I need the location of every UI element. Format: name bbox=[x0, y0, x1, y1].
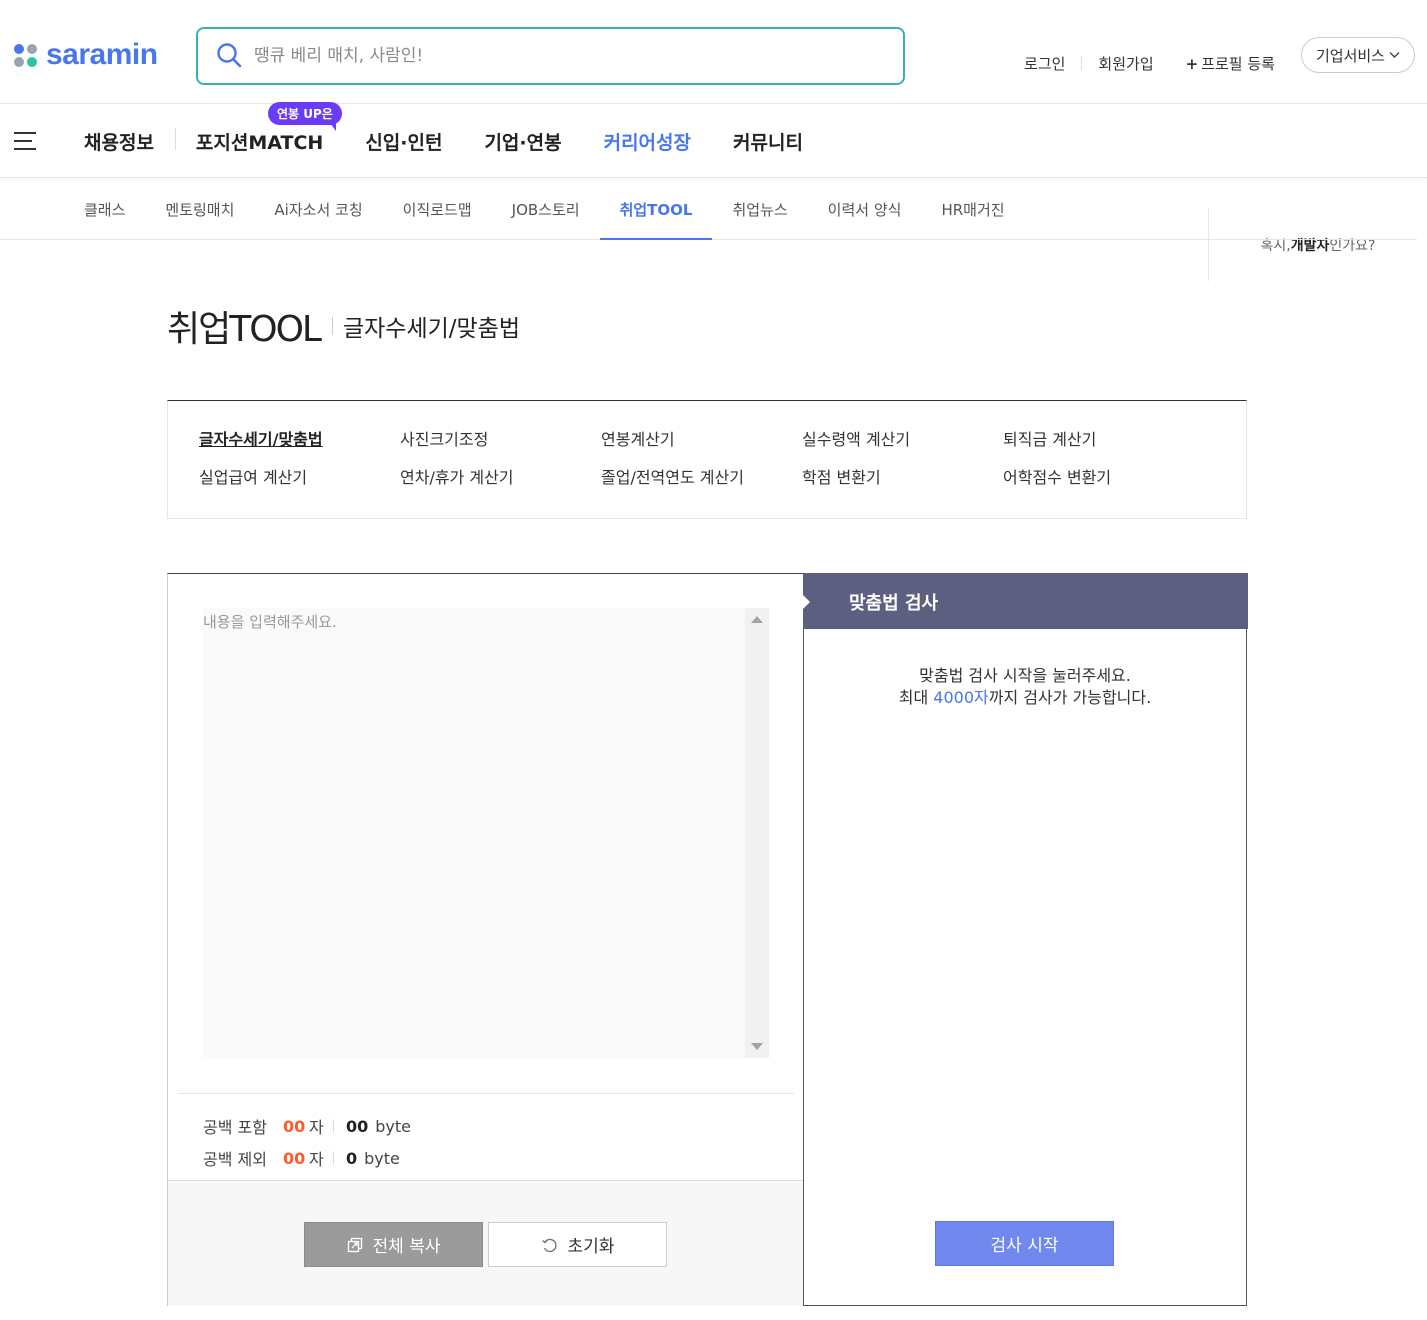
byte-count-value: 0 bbox=[346, 1148, 358, 1168]
char-limit: 4000자 bbox=[933, 688, 989, 707]
tool-char-count-spelling[interactable]: 글자수세기/맞춤법 bbox=[199, 429, 400, 450]
chevron-down-icon bbox=[1389, 49, 1400, 62]
char-unit: 자 bbox=[309, 1150, 324, 1169]
nav-item-company-salary[interactable]: 기업·연봉 bbox=[484, 128, 561, 155]
profile-register-label: 프로필 등록 bbox=[1201, 54, 1275, 73]
top-links: 로그인 회원가입 + 프로필 등록 기업서비스 bbox=[1008, 37, 1415, 81]
text-editor-panel: 공백 포함 00 자 00 byte 공백 제외 00 자 0 byte 전체 … bbox=[167, 573, 804, 1306]
main-nav: 채용정보 포지션MATCH 신입·인턴 기업·연봉 커리어성장 커뮤니티 혹시,… bbox=[0, 104, 1427, 281]
signup-link[interactable]: 회원가입 bbox=[1082, 53, 1169, 74]
char-counts: 공백 포함 00 자 00 byte 공백 제외 00 자 0 byte bbox=[203, 1110, 411, 1174]
sub-nav-resume-form[interactable]: 이력서 양식 bbox=[808, 178, 922, 240]
tool-leave-calculator[interactable]: 연차/휴가 계산기 bbox=[400, 467, 601, 488]
plus-icon: + bbox=[1185, 54, 1199, 73]
reset-button[interactable]: 초기화 bbox=[488, 1222, 667, 1267]
tool-salary-calculator[interactable]: 연봉계산기 bbox=[601, 429, 802, 450]
divider bbox=[333, 1151, 334, 1165]
nav-item-jobs[interactable]: 채용정보 bbox=[84, 128, 154, 155]
spell-check-message: 맞춤법 검사 시작을 눌러주세요. 최대 4000자까지 검사가 가능합니다. bbox=[804, 665, 1246, 709]
tool-severance-calculator[interactable]: 퇴직금 계산기 bbox=[1003, 429, 1204, 450]
spell-check-heading: 맞춤법 검사 bbox=[803, 573, 1248, 629]
sub-nav-ai-coaching[interactable]: Ai자소서 코칭 bbox=[254, 178, 382, 240]
spell-check-message-line2: 최대 4000자까지 검사가 가능합니다. bbox=[804, 687, 1246, 709]
copy-icon bbox=[347, 1237, 362, 1252]
divider bbox=[333, 1119, 334, 1133]
nav-item-community[interactable]: 커뮤니티 bbox=[733, 128, 803, 155]
sub-nav-news[interactable]: 취업뉴스 bbox=[712, 178, 807, 240]
salary-up-badge: 연봉 UP은 bbox=[268, 102, 342, 131]
tool-photo-resize[interactable]: 사진크기조정 bbox=[400, 429, 601, 450]
tool-graduation-year-calculator[interactable]: 졸업/전역연도 계산기 bbox=[601, 467, 802, 488]
nav-divider bbox=[175, 128, 176, 150]
title-divider bbox=[331, 317, 333, 335]
char-count-value: 00 bbox=[283, 1148, 306, 1168]
sub-nav-mentoring[interactable]: 멘토링매치 bbox=[145, 178, 254, 240]
tool-language-score-converter[interactable]: 어학점수 변환기 bbox=[1003, 467, 1204, 488]
page-title: 취업TOOL 글자수세기/맞춤법 bbox=[167, 300, 520, 352]
start-check-button[interactable]: 검사 시작 bbox=[935, 1221, 1114, 1266]
page-title-sub: 글자수세기/맞춤법 bbox=[342, 316, 520, 342]
editor-button-area: 전체 복사 초기화 bbox=[168, 1180, 803, 1306]
nav-item-career-growth[interactable]: 커리어성장 bbox=[604, 128, 691, 155]
scroll-down-arrow-icon[interactable] bbox=[751, 1043, 763, 1050]
spell-check-panel: 맞춤법 검사 맞춤법 검사 시작을 눌러주세요. 최대 4000자까지 검사가 … bbox=[803, 573, 1248, 1306]
sub-nav-hr-magazine[interactable]: HR매거진 bbox=[921, 178, 1024, 240]
sub-nav: 클래스 멘토링매치 Ai자소서 코칭 이직로드맵 JOB스토리 취업TOOL 취… bbox=[0, 178, 1417, 240]
byte-unit: byte bbox=[375, 1116, 412, 1136]
msg-prefix: 최대 bbox=[898, 688, 934, 707]
sub-nav-job-story[interactable]: JOB스토리 bbox=[492, 178, 600, 240]
login-link[interactable]: 로그인 bbox=[1008, 53, 1081, 74]
sub-nav-roadmap[interactable]: 이직로드맵 bbox=[383, 178, 492, 240]
logo-text: saramin bbox=[46, 38, 158, 71]
char-count-value: 00 bbox=[283, 1116, 306, 1136]
copy-all-button[interactable]: 전체 복사 bbox=[304, 1222, 483, 1267]
byte-count-value: 00 bbox=[346, 1116, 369, 1136]
count-label: 공백 포함 bbox=[203, 1118, 267, 1137]
count-with-spaces: 공백 포함 00 자 00 byte bbox=[203, 1110, 411, 1142]
sub-nav-job-tool[interactable]: 취업TOOL bbox=[599, 178, 713, 240]
reset-icon bbox=[541, 1238, 557, 1252]
tool-net-pay-calculator[interactable]: 실수령액 계산기 bbox=[802, 429, 1003, 450]
tool-unemployment-calculator[interactable]: 실업급여 계산기 bbox=[199, 467, 400, 488]
tool-menu: 글자수세기/맞춤법 사진크기조정 연봉계산기 실수령액 계산기 퇴직금 계산기 … bbox=[167, 400, 1247, 519]
content-textarea[interactable] bbox=[203, 608, 745, 1058]
business-service-label: 기업서비스 bbox=[1315, 46, 1385, 65]
byte-unit: byte bbox=[364, 1148, 400, 1168]
count-label: 공백 제외 bbox=[203, 1150, 267, 1169]
sub-nav-class[interactable]: 클래스 bbox=[64, 178, 145, 240]
divider bbox=[178, 1093, 794, 1094]
sub-nav-items: 클래스 멘토링매치 Ai자소서 코칭 이직로드맵 JOB스토리 취업TOOL 취… bbox=[64, 178, 1025, 240]
menu-icon[interactable] bbox=[14, 132, 38, 150]
reset-label: 초기화 bbox=[567, 1237, 615, 1257]
search-icon[interactable] bbox=[216, 42, 242, 68]
count-without-spaces: 공백 제외 00 자 0 byte bbox=[203, 1142, 411, 1174]
nav-item-position-match[interactable]: 포지션MATCH bbox=[196, 128, 323, 155]
profile-register-link[interactable]: + 프로필 등록 bbox=[1170, 53, 1291, 74]
copy-all-label: 전체 복사 bbox=[372, 1237, 441, 1257]
page-title-main: 취업TOOL bbox=[167, 309, 322, 350]
business-service-button[interactable]: 기업서비스 bbox=[1300, 37, 1415, 73]
editor-area bbox=[168, 574, 803, 1094]
search-input[interactable] bbox=[254, 42, 854, 70]
textarea-scrollbar[interactable] bbox=[745, 608, 769, 1058]
nav-item-newcomer-intern[interactable]: 신입·인턴 bbox=[365, 128, 442, 155]
saramin-logo[interactable]: saramin bbox=[14, 40, 158, 70]
scroll-up-arrow-icon[interactable] bbox=[751, 616, 763, 623]
spell-check-message-line1: 맞춤법 검사 시작을 눌러주세요. bbox=[919, 666, 1131, 685]
tool-gpa-converter[interactable]: 학점 변환기 bbox=[802, 467, 1003, 488]
tool-menu-grid: 글자수세기/맞춤법 사진크기조정 연봉계산기 실수령액 계산기 퇴직금 계산기 … bbox=[199, 429, 1204, 488]
main-nav-menu: 채용정보 포지션MATCH 신입·인턴 기업·연봉 커리어성장 커뮤니티 bbox=[84, 128, 845, 155]
msg-suffix: 까지 검사가 가능합니다. bbox=[988, 688, 1152, 707]
logo-dots-icon bbox=[14, 42, 40, 68]
char-unit: 자 bbox=[309, 1118, 324, 1137]
